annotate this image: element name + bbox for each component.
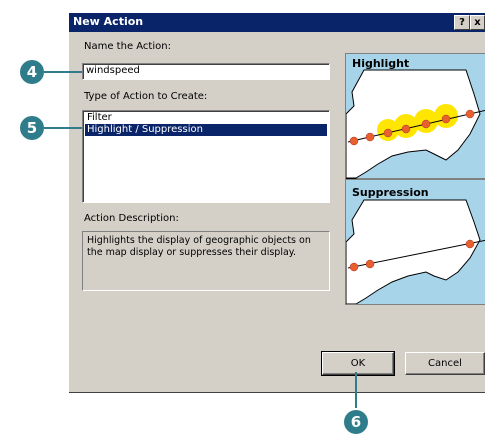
track-point	[441, 114, 451, 124]
list-item-highlight-suppression[interactable]: Highlight / Suppression	[85, 124, 327, 136]
track-point	[465, 109, 475, 119]
ok-button[interactable]: OK	[321, 351, 395, 376]
description-text: Highlights the display of geographic obj…	[87, 235, 311, 258]
track-point	[465, 239, 475, 249]
preview-panel: Highlight Suppression	[345, 53, 485, 305]
cancel-button[interactable]: Cancel	[405, 352, 485, 375]
callout-4-badge: 4	[20, 60, 44, 84]
track-point	[349, 262, 359, 272]
track-point	[421, 119, 431, 129]
description-box: Highlights the display of geographic obj…	[82, 231, 330, 291]
type-label: Type of Action to Create:	[84, 91, 208, 102]
preview-maps: Highlight Suppression	[345, 54, 485, 305]
close-button[interactable]: x	[470, 15, 485, 30]
name-input[interactable]: windspeed	[82, 63, 330, 80]
track-point	[365, 259, 375, 269]
list-item-filter[interactable]: Filter	[85, 112, 112, 124]
track-point	[401, 124, 411, 134]
new-action-dialog: New Action ? x Name the Action: windspee…	[68, 12, 485, 393]
name-label: Name the Action:	[84, 41, 171, 52]
dialog-title: New Action	[73, 15, 144, 28]
track-point	[365, 132, 375, 142]
name-input-value: windspeed	[86, 65, 140, 76]
title-bar: New Action ? x	[69, 13, 485, 32]
highlight-title: Highlight	[352, 57, 409, 70]
description-label: Action Description:	[84, 213, 179, 224]
help-button[interactable]: ?	[454, 15, 470, 30]
callout-5-badge: 5	[20, 116, 44, 140]
track-point	[383, 128, 393, 138]
suppression-title: Suppression	[352, 186, 429, 199]
action-type-list[interactable]: Filter Highlight / Suppression	[82, 110, 330, 203]
track-point	[349, 136, 359, 146]
callout-6-badge: 6	[344, 410, 368, 434]
